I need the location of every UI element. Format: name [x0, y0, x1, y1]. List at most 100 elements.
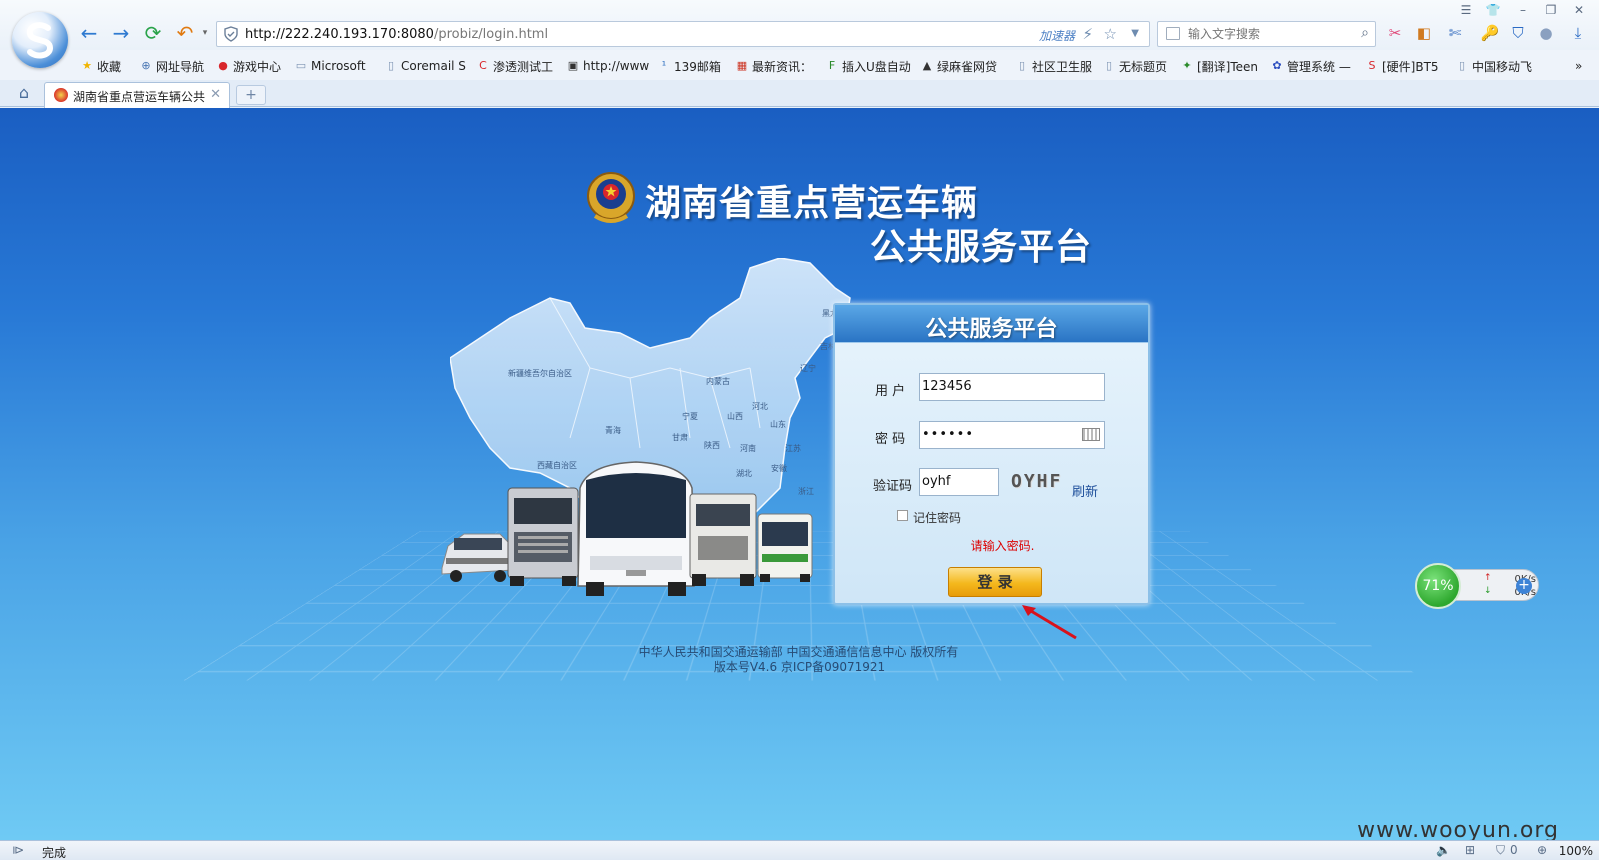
lightning-icon[interactable]: ⚡	[1082, 25, 1093, 43]
police-emblem-icon	[587, 172, 635, 223]
bookmark-item[interactable]: ✿ 管理系统 —	[1270, 57, 1351, 75]
bookmark-item[interactable]: C 渗透测试工	[476, 57, 553, 75]
back-icon[interactable]: ←	[78, 22, 100, 44]
image-search-icon[interactable]	[1166, 27, 1180, 40]
key-icon[interactable]: 🔑	[1480, 23, 1500, 43]
menu-icon[interactable]: ☰	[1455, 2, 1477, 18]
bookmark-item[interactable]: ▯ 无标题页	[1102, 57, 1167, 75]
bookmark-label: [翻译]Teen	[1197, 59, 1259, 74]
home-icon[interactable]: ⌂	[14, 84, 34, 102]
security-icon[interactable]: ⛉	[1508, 23, 1528, 43]
more-tools-icon[interactable]: ●	[1536, 23, 1556, 43]
s-icon: S	[1368, 59, 1376, 72]
close-tab-icon[interactable]: ✕	[210, 87, 221, 102]
sidebar-toggle-icon[interactable]: ⧐	[12, 843, 24, 857]
bookmark-item[interactable]: ▦ 最新资讯：	[735, 57, 812, 75]
password-label: 密 码	[875, 432, 906, 447]
refresh-icon[interactable]: ⟳	[142, 22, 164, 44]
close-window-icon[interactable]: ✕	[1568, 2, 1590, 18]
red-arrow-annotation	[1022, 605, 1077, 640]
undo-close-icon[interactable]: ↶	[174, 22, 196, 44]
bookmark-item[interactable]: F 插入U盘自动	[825, 57, 911, 75]
undo-dropdown-icon[interactable]: ▾	[194, 22, 216, 44]
car-image	[441, 533, 515, 582]
bookmark-item[interactable]: ● 游戏中心	[216, 57, 281, 75]
captcha-field[interactable]: oyhf	[919, 468, 999, 496]
bookmark-item[interactable]: S [硬件]BT5	[1365, 57, 1439, 75]
captcha-refresh-link[interactable]: 刷新	[1072, 481, 1098, 500]
bookmark-label: Coremail S	[401, 59, 466, 73]
login-button[interactable]: 登 录	[948, 567, 1042, 597]
watermark-text: www.wooyun.org	[1357, 818, 1559, 840]
province-label: 陕西	[704, 441, 720, 450]
shield-status-icon[interactable]: ⛉	[1496, 843, 1505, 858]
address-url: http://222.240.193.170:8080/probiz/login…	[245, 27, 548, 42]
province-label: 山西	[727, 412, 743, 421]
download-manager-icon[interactable]: ⊞	[1465, 843, 1475, 857]
bookmark-item[interactable]: ▯ 中国移动飞	[1455, 57, 1532, 75]
cut-tool-icon[interactable]: ✄	[1445, 23, 1465, 43]
login-page: 湖南省重点营运车辆 公共服务平台 新疆维吾尔自治区 内蒙古 辽宁 吉林 黑龙 青…	[0, 108, 1599, 840]
search-box[interactable]: ⌕	[1157, 21, 1376, 47]
bookmark-label: 收藏	[97, 59, 122, 74]
province-label: 河南	[740, 444, 756, 453]
restore-icon[interactable]: ❐	[1540, 2, 1562, 18]
status-bar: ⧐ 完成 🔈 ⊞ ⛉ 0 ⊕ 100%	[0, 840, 1599, 860]
c-icon: C	[479, 59, 487, 72]
volume-icon[interactable]: 🔈	[1436, 843, 1451, 857]
password-value: ••••••	[922, 427, 975, 442]
skin-icon[interactable]: 👕	[1482, 2, 1504, 18]
username-label: 用 户	[875, 384, 906, 399]
captcha-image[interactable]: OYHF	[1011, 471, 1071, 495]
bookmark-label: 管理系统 —	[1287, 59, 1351, 74]
memory-percent[interactable]: 71%	[1415, 563, 1461, 609]
star-icon: ★	[82, 59, 92, 72]
bookmark-label: Microsoft	[311, 59, 366, 73]
bookmark-item[interactable]: ⊕ 网址导航	[139, 57, 204, 75]
bookmark-item[interactable]: ▲ 绿麻雀网贷	[920, 57, 997, 75]
tab-active[interactable]: 湖南省重点营运车辆公共 ✕	[44, 82, 230, 108]
download-icon[interactable]: ⤓	[1568, 23, 1588, 43]
new-tab-button[interactable]: +	[236, 85, 266, 105]
minimize-icon[interactable]: –	[1512, 2, 1534, 18]
province-label: 山东	[770, 420, 786, 429]
network-speed-widget[interactable]: ↑ 0K/s ↓ 0K/s + 71%	[1415, 563, 1540, 609]
zoom-level[interactable]: 100%	[1559, 844, 1593, 858]
captcha-label: 验证码	[873, 479, 913, 494]
bookmarks-bar: ★ 收藏 ⊕ 网址导航 ● 游戏中心 ▭ Microsoft ▯ Coremail S C 渗透测试工…	[0, 50, 1599, 80]
page-icon: ▯	[1105, 59, 1113, 72]
address-dropdown-icon[interactable]: ▼	[1131, 28, 1139, 39]
bookmark-item[interactable]: ✦ [翻译]Teen	[1180, 57, 1258, 75]
bookmark-item[interactable]: ★ 收藏	[80, 57, 121, 75]
accelerator-label[interactable]: 加速器	[1039, 27, 1075, 44]
screenshot-tool-icon[interactable]: ✂	[1385, 23, 1405, 43]
address-bar[interactable]: http://222.240.193.170:8080/probiz/login…	[216, 21, 1150, 47]
sparrow-icon: ▲	[922, 59, 932, 72]
forward-icon[interactable]: →	[110, 22, 132, 44]
bookmark-item[interactable]: ▯ Coremail S	[384, 57, 466, 75]
login-panel: 公共服务平台 用 户 123456 密 码 •••••• 验证码 oyhf OY…	[833, 303, 1150, 605]
bookmark-item[interactable]: ▭ Microsoft	[294, 57, 366, 75]
tab-bar: ⌂ 湖南省重点营运车辆公共 ✕ +	[0, 80, 1599, 108]
favorite-star-icon[interactable]: ☆	[1104, 25, 1117, 43]
soft-keyboard-icon[interactable]	[1082, 428, 1100, 441]
remember-password-checkbox[interactable]	[897, 510, 908, 521]
province-label: 河北	[752, 402, 768, 411]
bookmark-item[interactable]: ¹ 139邮箱	[657, 57, 721, 75]
zoom-icon[interactable]: ⊕	[1537, 843, 1547, 857]
paw-icon: ✿	[1272, 59, 1282, 72]
bookmark-label: 绿麻雀网贷	[937, 59, 998, 74]
bookmark-item[interactable]: ▯ 社区卫生服	[1015, 57, 1092, 75]
bookmark-item[interactable]: ▣ http://www	[566, 57, 649, 75]
remember-password-label[interactable]: 记住密码	[913, 509, 961, 526]
police-badge-favicon-icon	[54, 88, 68, 102]
bookmarks-overflow-icon[interactable]: »	[1575, 57, 1582, 75]
password-field[interactable]: ••••••	[919, 421, 1105, 449]
sogou-browser-logo-icon[interactable]	[12, 12, 68, 68]
username-field[interactable]: 123456	[919, 373, 1105, 401]
cloud-sync-icon[interactable]: ◧	[1414, 23, 1434, 43]
speed-plus-icon[interactable]: +	[1516, 578, 1532, 594]
site-icon: ▣	[567, 59, 579, 72]
search-icon[interactable]: ⌕	[1361, 25, 1369, 41]
search-input[interactable]	[1188, 25, 1348, 43]
